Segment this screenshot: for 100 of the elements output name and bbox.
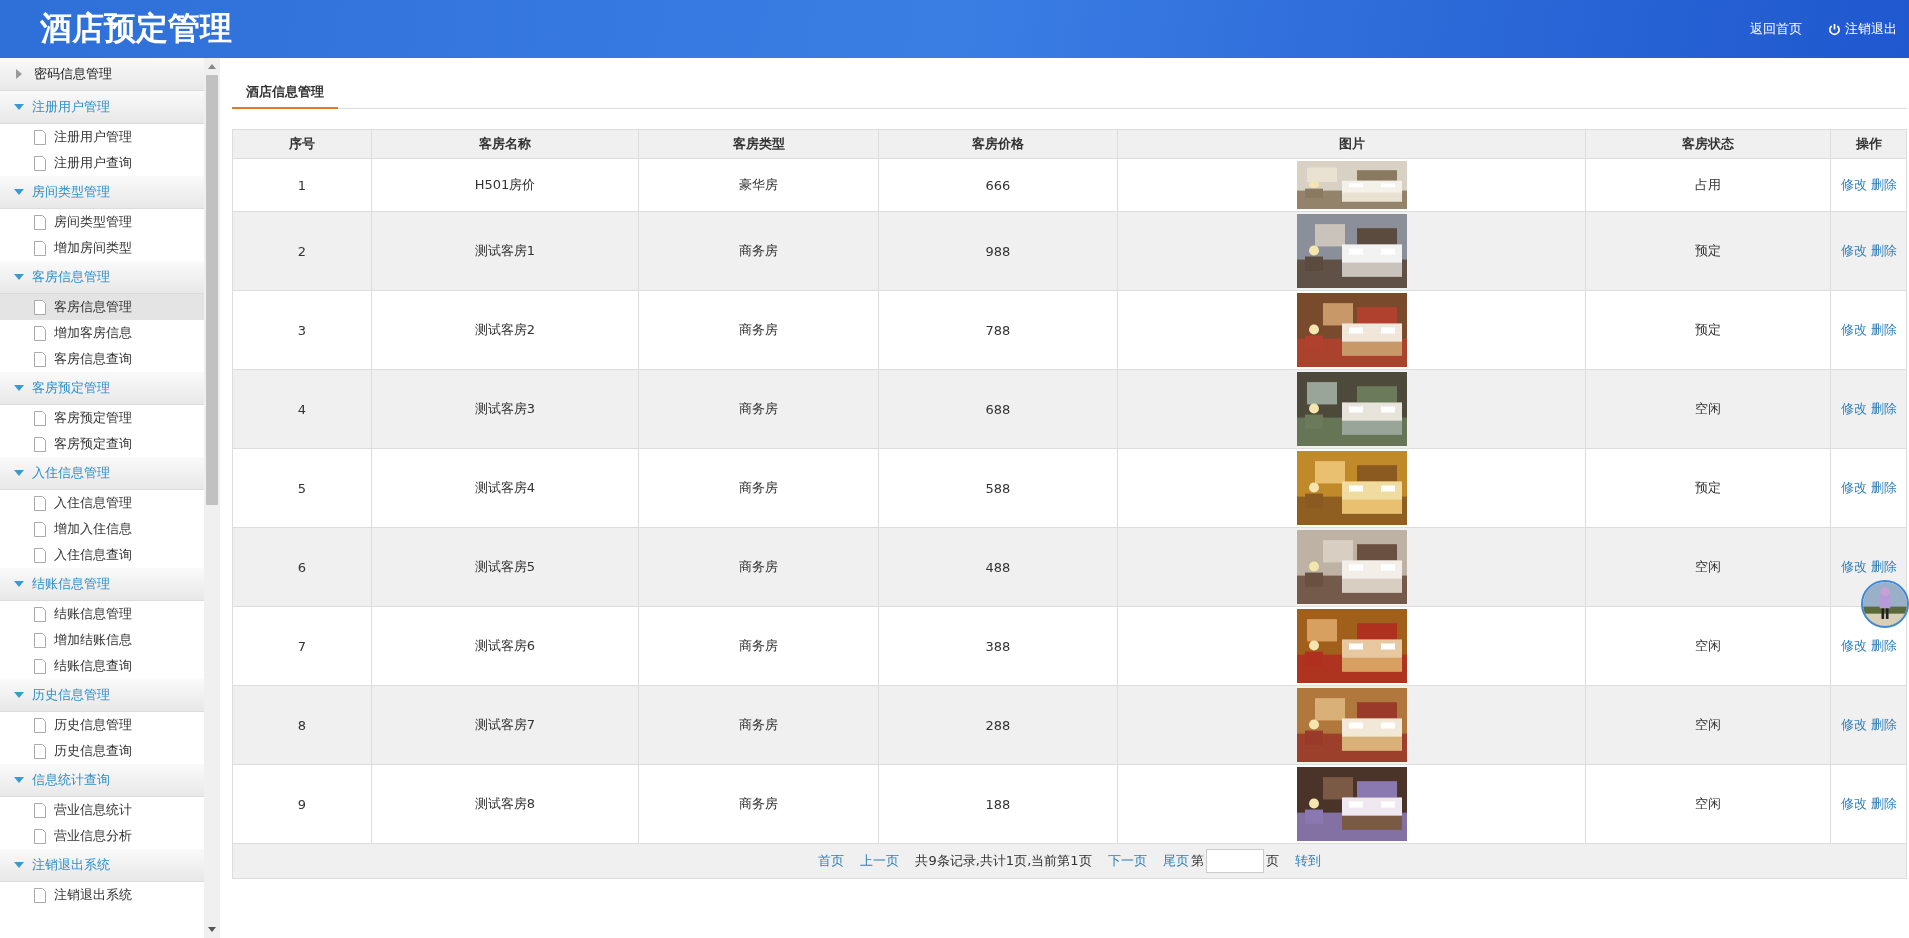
power-icon — [1828, 22, 1841, 36]
table-cell: 测试客房6 — [371, 606, 639, 686]
edit-link[interactable]: 修改 — [1840, 796, 1867, 811]
edit-link[interactable]: 修改 — [1840, 717, 1867, 732]
first-page-link[interactable]: 首页 — [818, 852, 845, 870]
delete-link[interactable]: 删除 — [1870, 559, 1897, 574]
previous-page-link[interactable]: 上一页 — [860, 852, 900, 870]
edit-link[interactable]: 修改 — [1840, 559, 1867, 574]
menu-group[interactable]: 客房预定管理 — [0, 372, 204, 405]
menu-item[interactable]: 增加入住信息 — [0, 516, 204, 542]
document-icon — [34, 410, 46, 426]
menu-item[interactable]: 历史信息管理 — [0, 712, 204, 738]
go-link[interactable]: 转到 — [1294, 852, 1321, 870]
scroll-up-icon[interactable] — [208, 64, 216, 69]
table-cell: 5 — [232, 448, 372, 528]
menu-item[interactable]: 客房信息管理 — [0, 294, 204, 320]
column-header: 客房类型 — [638, 129, 879, 159]
next-page-link[interactable]: 下一页 — [1107, 852, 1147, 870]
table-cell: 588 — [878, 448, 1118, 528]
document-icon — [34, 129, 46, 145]
table-cell: H501房价 — [371, 158, 639, 212]
table-cell: 商务房 — [638, 685, 879, 765]
table-cell: 1 — [232, 158, 372, 212]
document-icon — [34, 351, 46, 367]
menu-group[interactable]: 注册用户管理 — [0, 91, 204, 124]
edit-link[interactable]: 修改 — [1840, 480, 1867, 495]
menu-item[interactable]: 注册用户管理 — [0, 124, 204, 150]
menu-item[interactable]: 增加房间类型 — [0, 235, 204, 261]
tab[interactable]: 酒店信息管理 — [232, 77, 338, 109]
delete-link[interactable]: 删除 — [1870, 401, 1897, 416]
document-icon — [34, 828, 46, 844]
menu-group[interactable]: 结账信息管理 — [0, 568, 204, 601]
table-cell: 测试客房4 — [371, 448, 639, 528]
table-cell: 666 — [878, 158, 1118, 212]
document-icon — [34, 606, 46, 622]
table-cell: 预定 — [1585, 211, 1831, 291]
column-header: 客房名称 — [371, 129, 639, 159]
menu-item[interactable]: 结账信息查询 — [0, 653, 204, 679]
home-link[interactable]: 返回首页 — [1750, 20, 1802, 38]
scroll-down-icon[interactable] — [208, 927, 216, 932]
edit-link[interactable]: 修改 — [1840, 401, 1867, 416]
menu-group[interactable]: 房间类型管理 — [0, 176, 204, 209]
delete-link[interactable]: 删除 — [1870, 717, 1897, 732]
table-cell: 688 — [878, 369, 1118, 449]
table-cell: 3 — [232, 290, 372, 370]
menu-item[interactable]: 增加客房信息 — [0, 320, 204, 346]
document-icon — [34, 547, 46, 563]
expanded-arrow-icon — [14, 581, 24, 587]
menu-item[interactable]: 客房预定查询 — [0, 431, 204, 457]
delete-link[interactable]: 删除 — [1870, 638, 1897, 653]
document-icon — [34, 436, 46, 452]
delete-link[interactable]: 删除 — [1870, 177, 1897, 192]
menu-group[interactable]: 注销退出系统 — [0, 849, 204, 882]
delete-link[interactable]: 删除 — [1870, 243, 1897, 258]
edit-link[interactable]: 修改 — [1840, 322, 1867, 337]
menu-item[interactable]: 客房预定管理 — [0, 405, 204, 431]
menu-item[interactable]: 房间类型管理 — [0, 209, 204, 235]
document-icon — [34, 658, 46, 674]
table-cell: 空闲 — [1585, 527, 1831, 607]
table-cell: 188 — [878, 764, 1118, 844]
menu-item[interactable]: 注册用户查询 — [0, 150, 204, 176]
edit-link[interactable]: 修改 — [1840, 243, 1867, 258]
menu-item[interactable]: 入住信息管理 — [0, 490, 204, 516]
menu-group[interactable]: 历史信息管理 — [0, 679, 204, 712]
expanded-arrow-icon — [14, 274, 24, 280]
page-input[interactable] — [1205, 849, 1264, 873]
menu-item[interactable]: 历史信息查询 — [0, 738, 204, 764]
edit-link[interactable]: 修改 — [1840, 638, 1867, 653]
menu-group[interactable]: 信息统计查询 — [0, 764, 204, 797]
menu-item[interactable]: 结账信息管理 — [0, 601, 204, 627]
document-icon — [34, 632, 46, 648]
logout-link[interactable]: 注销退出 — [1828, 20, 1897, 38]
table-cell: 4 — [232, 369, 372, 449]
column-header: 序号 — [232, 129, 372, 159]
document-icon — [34, 214, 46, 230]
document-icon — [34, 495, 46, 511]
menu-item[interactable]: 营业信息分析 — [0, 823, 204, 849]
document-icon — [34, 743, 46, 759]
table-cell: 测试客房7 — [371, 685, 639, 765]
menu-item[interactable]: 入住信息查询 — [0, 542, 204, 568]
delete-link[interactable]: 删除 — [1870, 480, 1897, 495]
menu-item[interactable]: 营业信息统计 — [0, 797, 204, 823]
menu-group[interactable]: 客房信息管理 — [0, 261, 204, 294]
table-cell: 空闲 — [1585, 606, 1831, 686]
menu-item[interactable]: 增加结账信息 — [0, 627, 204, 653]
document-icon — [34, 521, 46, 537]
delete-link[interactable]: 删除 — [1870, 322, 1897, 337]
table-cell: 8 — [232, 685, 372, 765]
document-icon — [34, 155, 46, 171]
last-page-link[interactable]: 尾页 — [1162, 852, 1189, 870]
scrollbar[interactable] — [204, 58, 220, 938]
menu-group[interactable]: 密码信息管理 — [0, 58, 204, 91]
menu-item[interactable]: 客房信息查询 — [0, 346, 204, 372]
delete-link[interactable]: 删除 — [1870, 796, 1897, 811]
menu-item[interactable]: 注销退出系统 — [0, 882, 204, 908]
menu-group[interactable]: 入住信息管理 — [0, 457, 204, 490]
edit-link[interactable]: 修改 — [1840, 177, 1867, 192]
table-cell: 豪华房 — [638, 158, 879, 212]
document-icon — [34, 325, 46, 341]
table-cell: 测试客房2 — [371, 290, 639, 370]
